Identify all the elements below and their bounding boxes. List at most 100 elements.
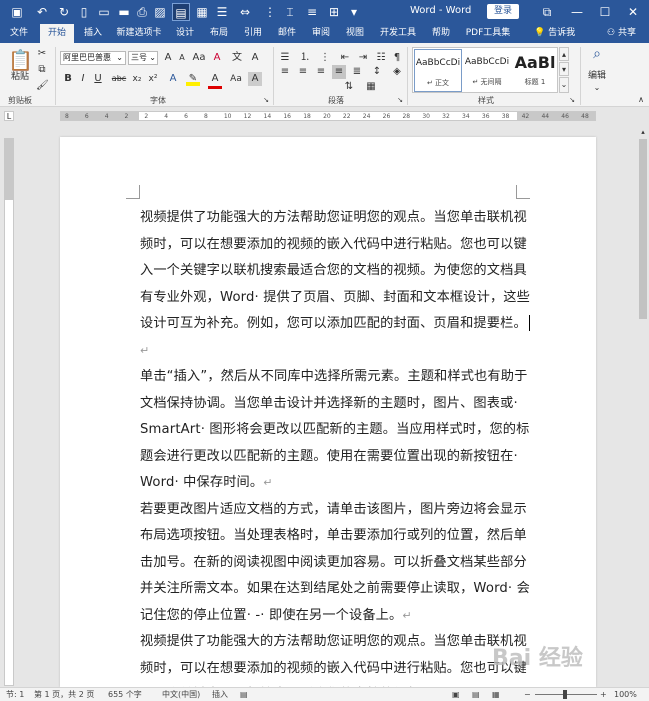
document-page[interactable]: 视频提供了功能强大的方法帮助您证明您的观点。当您单击联机视频时，可以在想要添加的… [60,137,596,701]
increase-indent-icon[interactable]: ⇥ [356,51,370,65]
page-icon[interactable]: ⌶ [282,3,298,21]
zoom-in-icon[interactable]: + [600,688,607,701]
distributed-icon[interactable]: ≣ [350,65,364,79]
tab-view[interactable]: 视图 [342,24,368,43]
char-border-icon[interactable]: A [248,51,262,65]
change-case-button[interactable]: Aa [228,72,244,86]
subscript-button[interactable]: x₂ [130,72,144,86]
section-indicator[interactable]: 节: 1 [6,688,24,701]
redo-icon[interactable]: ↻ [56,3,72,21]
change-case-icon[interactable]: Aa [192,51,206,65]
table-icon[interactable]: ▦ [194,3,210,21]
tab-selector-icon[interactable]: L [4,111,14,121]
zoom-slider-knob[interactable] [563,690,567,699]
sort-icon[interactable]: ⇅ [340,80,358,94]
paragraph[interactable]: 视频提供了功能强大的方法帮助您证明您的观点。当您单击联机视频时，可以在想要添加的… [140,205,530,364]
zoom-level[interactable]: 100% [614,688,637,701]
editing-dropdown-icon[interactable]: ⌄ [588,81,606,95]
paragraph[interactable]: 若要更改图片适应文档的方式，请单击该图片，图片旁边将会显示布局选项按钮。当处理表… [140,497,530,630]
justify-icon[interactable]: ≡ [332,65,346,79]
font-dialog-launcher-icon[interactable]: ↘ [262,93,270,107]
paragraph[interactable]: 单击“插入”，然后从不同库中选择所需元素。主题和样式也有助于文档保持协调。当您单… [140,364,530,497]
print-layout-view-icon[interactable]: ▤ [472,688,480,701]
center-icon[interactable]: ≡ [296,65,310,79]
close-icon[interactable]: ✕ [622,3,644,21]
shrink-font-icon[interactable]: A [176,51,188,65]
scroll-up-icon[interactable]: ▴ [638,125,648,139]
scroll-thumb[interactable] [639,139,647,319]
style-no-spacing[interactable]: AaBbCcDi ↵ 无间隔 [463,49,511,92]
read-mode-view-icon[interactable]: ▣ [452,688,460,701]
open-icon[interactable]: ▬ [116,3,132,21]
format-painter-icon[interactable]: 🖌 [36,79,49,93]
ruler-bar[interactable]: 8 6 4 2 2 4 6 8 10 12 14 16 18 20 22 24 26 28 30 32 34 36 38 42… [60,111,596,121]
clear-format-icon[interactable]: A [210,51,224,65]
macro-icon[interactable]: ▤ [240,688,248,701]
tab-design[interactable]: 设计 [172,24,198,43]
document-body[interactable]: 视频提供了功能强大的方法帮助您证明您的观点。当您单击联机视频时，可以在想要添加的… [140,205,530,701]
text-effects-button[interactable]: A [166,72,180,86]
copy-icon[interactable]: ⧉ [36,63,48,77]
outline-icon[interactable]: ☰ [214,3,230,21]
superscript-button[interactable]: x² [146,72,160,86]
underline-button[interactable]: U [92,72,104,86]
paragraph-dialog-launcher-icon[interactable]: ↘ [396,93,404,107]
asian-layout-icon[interactable]: ☷ [374,51,388,65]
word-count[interactable]: 655 个字 [108,688,142,701]
list-icon[interactable]: ≡ [304,3,320,21]
bullets-icon[interactable]: ☰ [278,51,292,65]
strikethrough-button[interactable]: abc [110,72,128,86]
tab-developer[interactable]: 开发工具 [376,24,420,43]
spacing-icon[interactable]: ⇔ [234,3,256,21]
tell-me-search[interactable]: 💡 告诉我 [534,24,575,43]
tab-insert[interactable]: 插入 [80,24,106,43]
minimize-icon[interactable]: — [566,3,588,21]
font-color-button[interactable]: A [208,72,222,89]
style-normal[interactable]: AaBbCcDi ↵ 正文 [414,49,462,92]
tab-pdf-tools[interactable]: PDF工具集 [462,24,514,43]
vertical-scrollbar[interactable]: ▴ [637,125,649,687]
read-mode-icon[interactable]: ▤ [172,3,190,21]
tab-mailings[interactable]: 邮件 [274,24,300,43]
tab-new-tab[interactable]: 新建选项卡 [114,24,164,43]
tab-file[interactable]: 文件 [6,24,32,43]
restore-icon[interactable]: ☐ [594,3,616,21]
page-indicator[interactable]: 第 1 页，共 2 页 [34,688,94,701]
new-doc-icon[interactable]: ▯ [76,3,92,21]
picture-icon[interactable]: ▨ [152,3,168,21]
zoom-out-icon[interactable]: − [524,688,531,701]
language-indicator[interactable]: 中文(中国) [162,688,200,701]
share-button[interactable]: ⚇ 共享 [607,24,636,43]
undo-icon[interactable]: ↶ [32,3,52,21]
styles-more-icon[interactable]: ⌄ [559,77,569,93]
find-icon[interactable]: ⌕ [588,47,606,67]
phonetic-icon[interactable]: 文 [230,51,244,65]
insert-mode[interactable]: 插入 [212,688,228,701]
cut-icon[interactable]: ✂ [36,47,48,61]
decrease-indent-icon[interactable]: ⇤ [338,51,352,65]
borders-icon[interactable]: ▦ [362,80,380,94]
style-heading-1[interactable]: AaBl 标题 1 [511,49,559,92]
italic-button[interactable]: I [77,72,89,86]
styles-dialog-launcher-icon[interactable]: ↘ [568,93,576,107]
align-left-icon[interactable]: ≡ [278,65,292,79]
web-layout-view-icon[interactable]: ▦ [492,688,500,701]
ribbon-display-icon[interactable]: ⧉ [536,3,558,21]
vertical-ruler[interactable] [4,138,14,686]
tab-references[interactable]: 引用 [240,24,266,43]
grow-font-icon[interactable]: A [162,51,174,65]
char-shading-button[interactable]: A [248,72,262,86]
shading-icon[interactable]: ◈ [390,65,404,79]
tab-help[interactable]: 帮助 [428,24,454,43]
customize-icon[interactable]: ▾ [346,3,362,21]
tab-layout[interactable]: 布局 [206,24,232,43]
tab-review[interactable]: 审阅 [308,24,334,43]
paste-button[interactable]: 粘贴 [6,70,34,84]
font-size-combo[interactable]: 三号 ⌄ [128,51,158,65]
align-right-icon[interactable]: ≡ [314,65,328,79]
login-button[interactable]: 登录 [487,4,519,19]
numbering-icon[interactable]: ⒈ [298,51,312,65]
styles-scroll-up-icon[interactable]: ▴ [559,47,569,61]
more-icon[interactable]: ⋮ [262,3,278,21]
show-marks-icon[interactable]: ¶ [390,51,404,65]
